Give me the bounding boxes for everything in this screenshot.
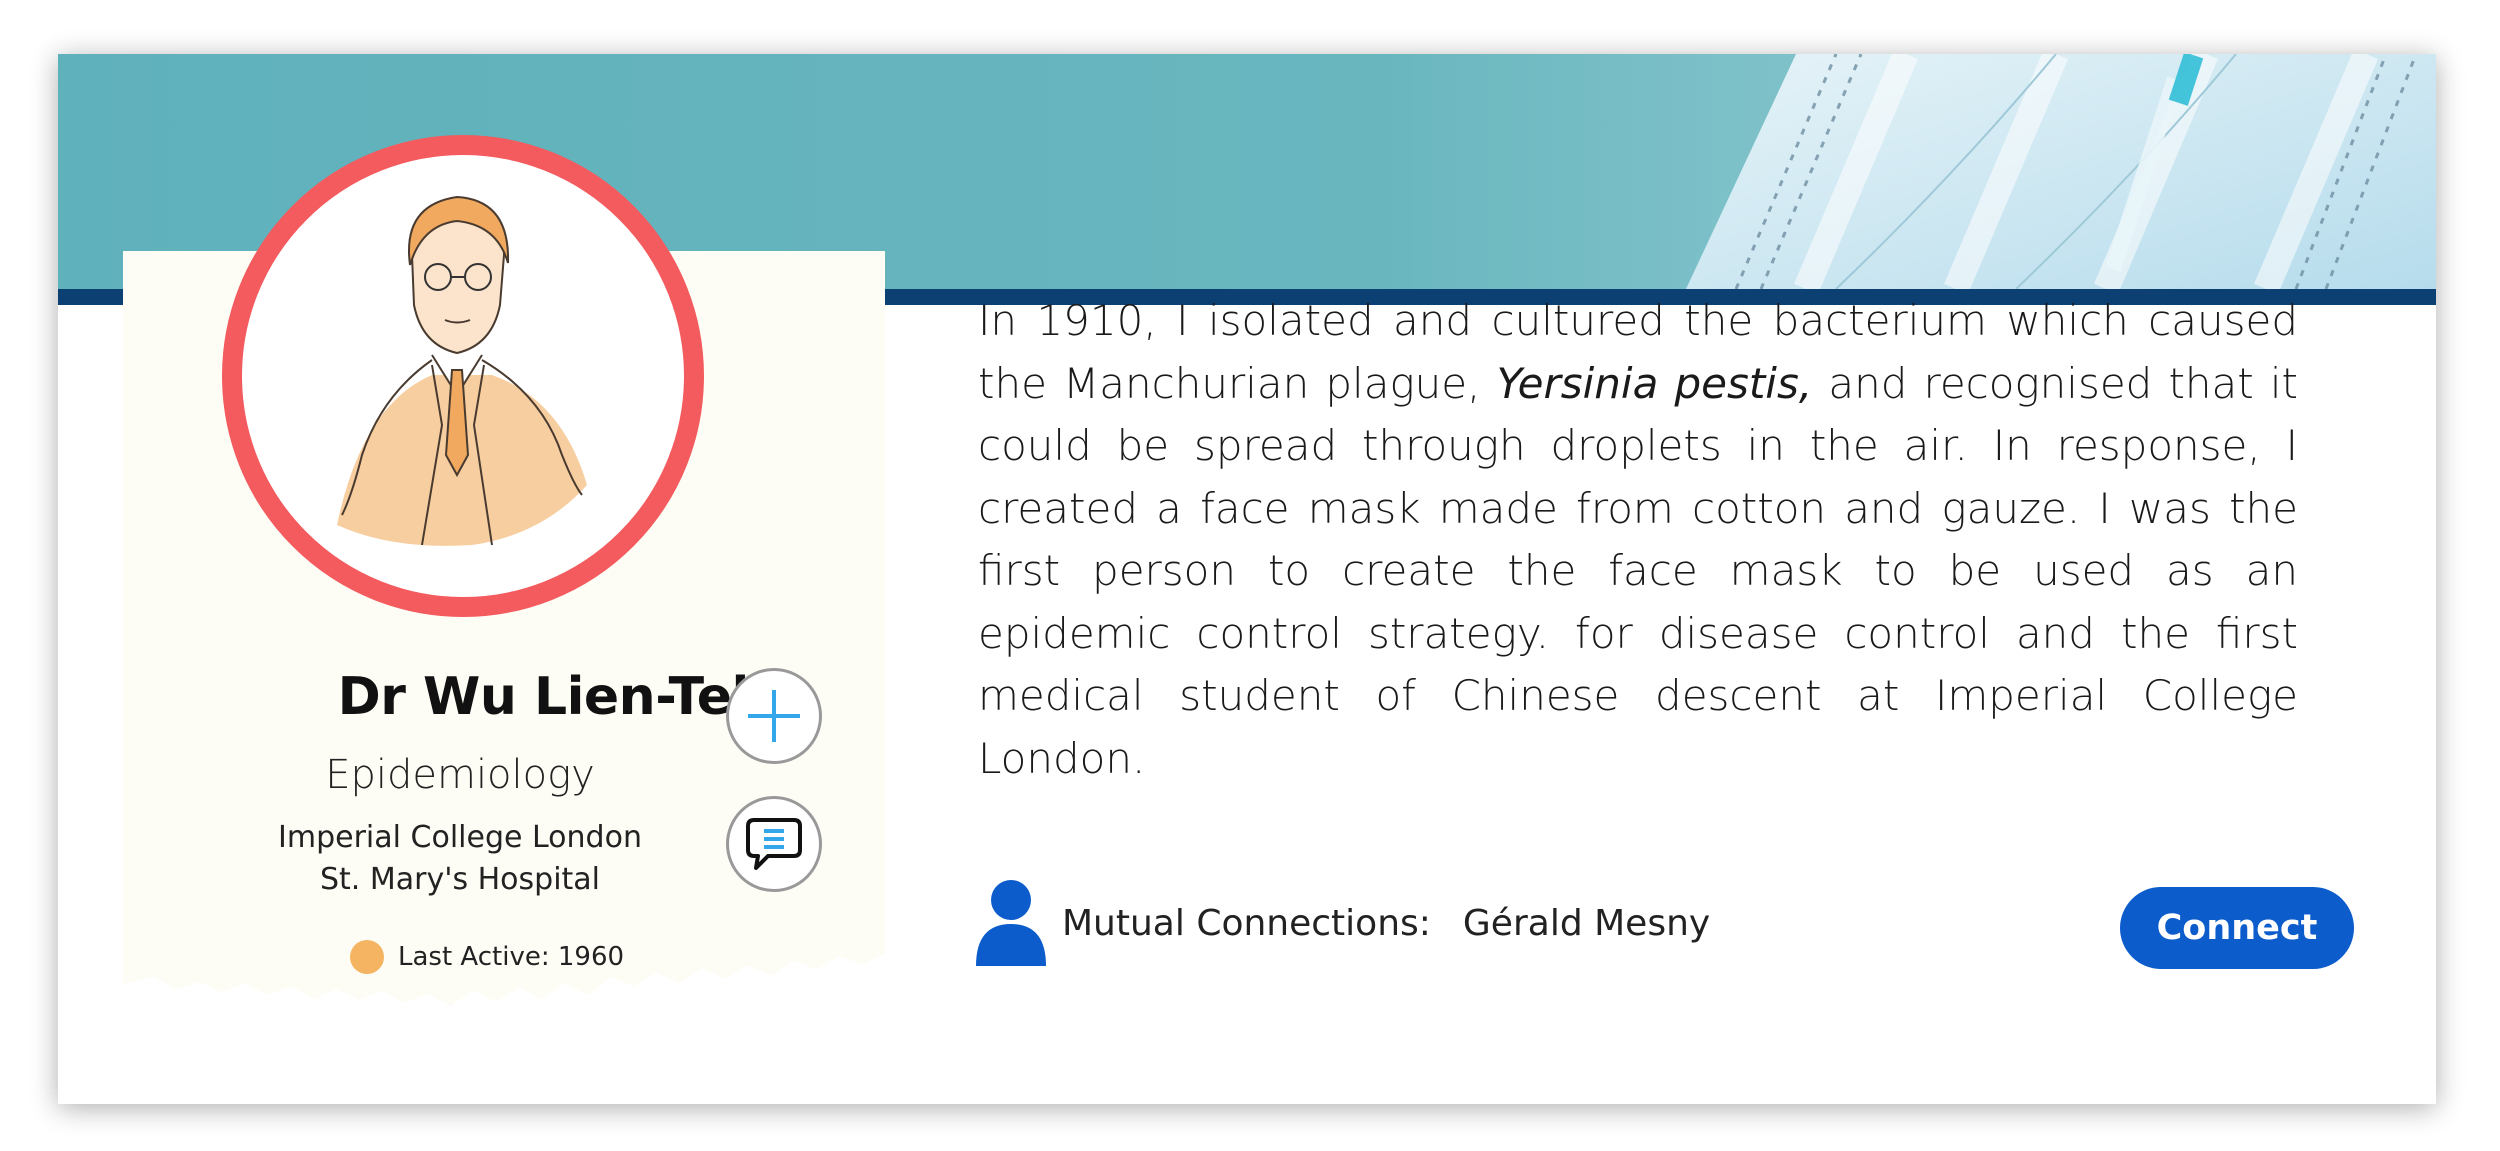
bio-text-2: and recognised that it could be spread t… [978,358,2299,783]
portrait-illustration [337,195,587,546]
profile-name: Dr Wu Lien-Teh [337,667,769,727]
status-dot-icon [350,940,384,974]
avatar [222,135,704,617]
last-active-status: Last Active: 1960 [350,940,680,974]
institution-secondary: St. Mary's Hospital [319,862,601,897]
mutual-connections: Mutual Connections: Gérald Mesny [974,878,1710,968]
profile-bio: In 1910, I isolated and cultured the bac… [978,290,2298,790]
connect-button[interactable]: Connect [2120,887,2354,969]
mutual-connection-name[interactable]: Gérald Mesny [1463,903,1710,944]
last-active-text: Last Active: 1960 [398,942,625,972]
plus-icon [748,690,800,742]
person-icon [976,880,1046,966]
mutual-connections-label: Mutual Connections: [1062,902,1431,944]
message-button[interactable] [726,796,822,892]
institution-primary: Imperial College London [278,820,642,855]
bio-text-italic: Yersinia pestis, [1496,358,1813,408]
profile-field: Epidemiology [325,752,595,798]
face-mask-image [1686,54,2436,289]
add-connection-button[interactable] [726,668,822,764]
chat-bubble-icon [746,818,802,870]
